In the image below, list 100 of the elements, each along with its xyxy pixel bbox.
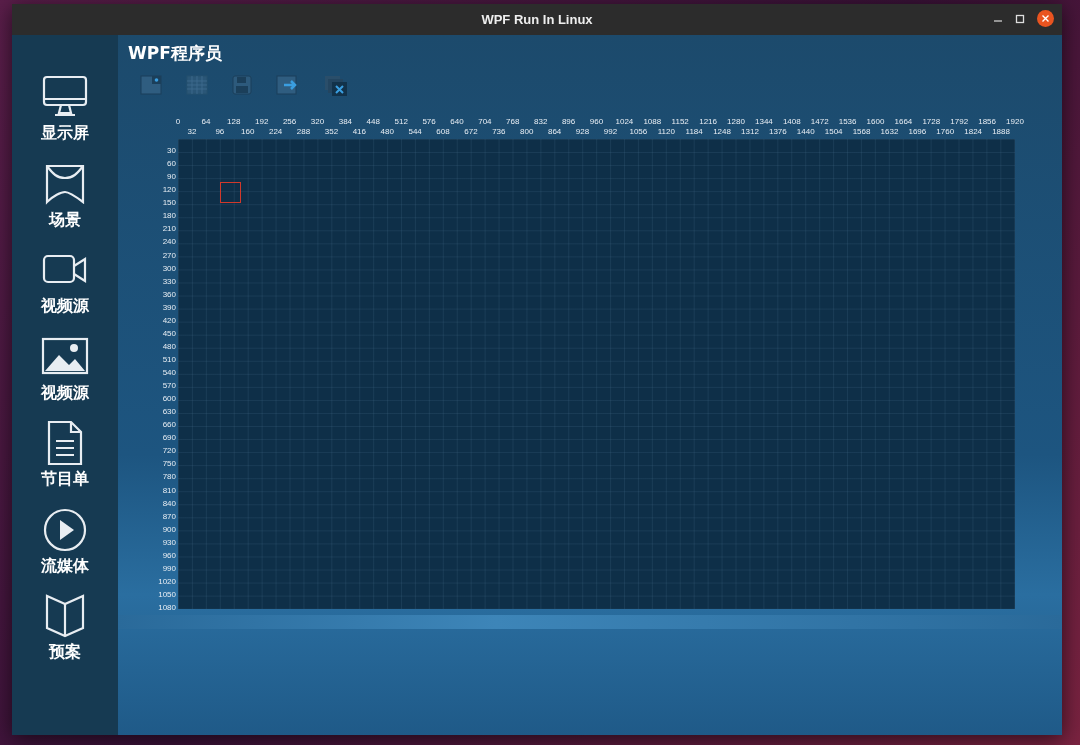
ruler-label: 270 [162, 250, 176, 259]
ruler-label: 448 [366, 117, 380, 126]
ruler-label: 1472 [810, 117, 829, 126]
sidebar-item[interactable]: 视频源 [41, 296, 89, 316]
ruler-label: 0 [175, 117, 181, 126]
ruler-label: 1312 [741, 127, 759, 136]
ruler-label: 570 [162, 380, 176, 390]
ruler-label: 64 [201, 117, 211, 126]
sidebar-item[interactable]: 场景 [49, 209, 81, 230]
ruler-label: 96 [215, 127, 225, 136]
ruler-label: 1728 [922, 117, 941, 126]
ruler-label: 420 [162, 315, 176, 325]
ruler-label: 660 [162, 419, 176, 429]
ruler-label: 990 [162, 563, 176, 573]
ruler-label: 1600 [866, 117, 885, 126]
close-all-icon[interactable] [324, 75, 348, 97]
ruler-label: 1120 [657, 127, 675, 136]
ruler-label: 32 [187, 127, 197, 136]
ruler-label: 1440 [796, 127, 815, 136]
ruler-label: 512 [394, 117, 408, 126]
ruler-label: 360 [162, 289, 176, 299]
ruler-label: 960 [162, 550, 176, 560]
sidebar-item[interactable]: 节目单 [41, 469, 89, 489]
ruler-label: 256 [282, 117, 297, 126]
ruler-label: 720 [162, 445, 176, 455]
ruler-label: 390 [162, 302, 176, 312]
ruler-label: 800 [520, 127, 534, 136]
ruler-label: 1024 [615, 117, 634, 126]
ruler-label: 672 [464, 127, 478, 136]
ruler-label: 870 [162, 511, 176, 521]
ruler-label: 992 [603, 127, 618, 136]
close-icon[interactable] [1037, 10, 1054, 27]
ruler-label: 1696 [908, 127, 927, 136]
ruler-label: 1760 [936, 127, 955, 136]
ruler-label: 1152 [671, 117, 689, 126]
ruler-label: 384 [338, 117, 353, 126]
maximize-icon[interactable] [1015, 13, 1025, 24]
ruler-label: 1824 [964, 127, 983, 136]
ruler-label: 810 [162, 485, 176, 494]
ruler-label: 30 [167, 145, 176, 155]
ruler-label: 1056 [629, 127, 648, 136]
ruler-label: 1568 [852, 127, 871, 136]
ruler-label: 128 [227, 117, 241, 126]
ruler-label: 1280 [727, 117, 745, 126]
ruler-label: 90 [167, 171, 176, 181]
ruler-label: 864 [547, 127, 562, 136]
ruler-label: 832 [534, 117, 548, 126]
ruler-label: 1632 [880, 127, 899, 136]
ruler-label: 780 [162, 471, 176, 481]
ruler-label: 160 [241, 127, 255, 136]
ruler-label: 608 [436, 127, 450, 136]
ruler-label: 1408 [782, 117, 801, 126]
sidebar-item[interactable]: 视频源 [41, 382, 89, 403]
ruler-label: 180 [162, 210, 176, 220]
ruler-label: 120 [162, 184, 176, 194]
ruler-label: 320 [310, 117, 325, 126]
ruler-label: 928 [575, 127, 590, 136]
ruler-label: 450 [162, 328, 176, 338]
ruler-label: 1050 [158, 589, 176, 599]
ruler-label: 192 [255, 117, 269, 126]
ruler-label: 416 [352, 127, 366, 136]
ruler-label: 840 [162, 498, 176, 508]
ruler-label: 1344 [755, 117, 773, 126]
ruler-label: 1088 [643, 117, 662, 126]
ruler-label: 540 [162, 367, 176, 377]
ruler-label: 768 [506, 117, 520, 126]
ruler-label: 600 [162, 393, 176, 403]
ruler-label: 1080 [158, 602, 176, 612]
ruler-label: 1184 [685, 127, 703, 136]
ruler-label: 960 [589, 117, 604, 126]
ruler-label: 1920 [1006, 117, 1024, 126]
ruler-label: 930 [162, 537, 176, 547]
sidebar-item[interactable]: 预案 [49, 642, 81, 662]
ruler-label: 736 [492, 127, 506, 136]
ruler-label: 704 [478, 117, 492, 126]
ruler-label: 1664 [894, 117, 913, 126]
ruler-label: 60 [167, 158, 176, 168]
export-icon[interactable] [276, 75, 300, 95]
selection-rectangle[interactable] [220, 182, 241, 203]
ruler-label: 630 [162, 406, 176, 416]
ruler-label: 330 [162, 276, 176, 286]
ruler-label: 1536 [838, 117, 857, 126]
ruler-label: 900 [162, 524, 176, 534]
ruler-label: 300 [162, 263, 176, 273]
ruler-label: 576 [422, 117, 436, 126]
ruler-label: 1504 [824, 127, 843, 136]
sidebar-item[interactable]: 显示屏 [41, 123, 89, 143]
app-title: WPF程序员 [128, 43, 222, 63]
sidebar-item[interactable]: 流媒体 [41, 555, 89, 576]
ruler-label: 690 [162, 432, 176, 442]
ruler-label: 896 [561, 117, 576, 126]
ruler-label: 1216 [699, 117, 717, 126]
ruler-label: 210 [162, 223, 176, 233]
ruler-label: 1020 [158, 576, 176, 586]
ruler-label: 1376 [768, 127, 787, 136]
ruler-label: 640 [450, 117, 464, 126]
ruler-label: 480 [162, 341, 176, 351]
ruler-label: 750 [162, 458, 176, 468]
ruler-label: 224 [268, 127, 283, 136]
ruler-label: 240 [162, 236, 176, 246]
